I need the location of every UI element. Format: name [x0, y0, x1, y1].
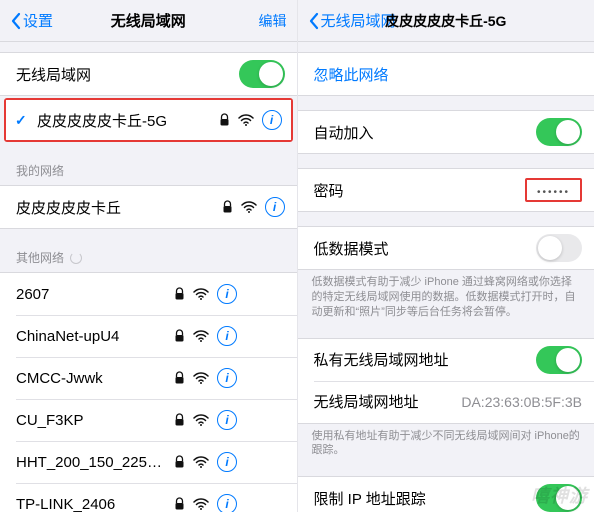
password-value-highlight: •••••• — [525, 178, 582, 202]
network-name: 2607 — [16, 286, 166, 303]
wifi-icon — [238, 114, 254, 126]
info-icon[interactable]: i — [217, 326, 237, 346]
spinner-icon — [70, 252, 82, 264]
info-icon[interactable]: i — [265, 197, 285, 217]
lowdata-label: 低数据模式 — [314, 238, 537, 259]
chevron-left-icon — [10, 12, 21, 30]
navbar: 无线局域网 皮皮皮皮皮卡丘-5G — [298, 0, 594, 42]
wifi-icon — [193, 498, 209, 510]
edit-button[interactable]: 编辑 — [259, 11, 287, 31]
network-row[interactable]: TP-LINK_2406 i — [0, 483, 297, 512]
wifi-address-label: 无线局域网地址 — [314, 391, 462, 412]
password-row[interactable]: 密码 •••••• — [298, 169, 594, 211]
checkmark-icon: ✓ — [15, 112, 33, 129]
private-address-label: 私有无线局域网地址 — [314, 349, 537, 370]
wifi-icon — [241, 201, 257, 213]
limit-ip-row: 限制 IP 地址跟踪 — [298, 477, 594, 512]
wifi-toggle-label: 无线局域网 — [16, 64, 239, 85]
back-label: 设置 — [23, 10, 53, 31]
lock-icon — [174, 455, 185, 469]
network-row[interactable]: 皮皮皮皮皮卡丘 i — [0, 186, 297, 228]
my-networks-header: 我的网络 — [0, 156, 297, 185]
wifi-address-value: DA:23:63:0B:5F:3B — [461, 394, 582, 410]
lock-icon — [219, 113, 230, 127]
limit-ip-label: 限制 IP 地址跟踪 — [314, 488, 537, 509]
info-icon[interactable]: i — [217, 368, 237, 388]
private-address-row: 私有无线局域网地址 — [298, 339, 594, 381]
wifi-icon — [193, 330, 209, 342]
info-icon[interactable]: i — [217, 410, 237, 430]
forget-network-label: 忽略此网络 — [314, 64, 583, 85]
lock-icon — [174, 497, 185, 511]
lock-icon — [174, 329, 185, 343]
autojoin-toggle[interactable] — [536, 118, 582, 146]
other-networks-label: 其他网络 — [16, 249, 64, 266]
wifi-icon — [193, 414, 209, 426]
wifi-address-row: 无线局域网地址 DA:23:63:0B:5F:3B — [298, 381, 594, 423]
wifi-icon — [193, 456, 209, 468]
private-address-toggle[interactable] — [536, 346, 582, 374]
connected-network-highlight: ✓ 皮皮皮皮皮卡丘-5G i — [4, 98, 293, 142]
password-value: •••••• — [537, 187, 570, 198]
wifi-detail-screen: 无线局域网 皮皮皮皮皮卡丘-5G 忽略此网络 自动加入 — [297, 0, 594, 512]
limit-ip-toggle[interactable] — [536, 484, 582, 512]
wifi-icon — [193, 288, 209, 300]
autojoin-row: 自动加入 — [298, 111, 594, 153]
wifi-list-screen: 设置 无线局域网 编辑 无线局域网 ✓ 皮皮皮皮皮卡丘-5G — [0, 0, 297, 512]
info-icon[interactable]: i — [217, 494, 237, 512]
network-row[interactable]: CMCC-Jwwk i — [0, 357, 297, 399]
network-name: CMCC-Jwwk — [16, 370, 166, 387]
password-label: 密码 — [314, 180, 525, 201]
lock-icon — [174, 287, 185, 301]
chevron-left-icon — [308, 12, 319, 30]
autojoin-label: 自动加入 — [314, 122, 537, 143]
navbar: 设置 无线局域网 编辑 — [0, 0, 297, 42]
network-row[interactable]: CU_F3KP i — [0, 399, 297, 441]
lowdata-toggle[interactable] — [536, 234, 582, 262]
network-name: 皮皮皮皮皮卡丘 — [16, 197, 214, 218]
network-name: CU_F3KP — [16, 412, 166, 429]
network-name: HHT_200_150_225_73_ — [16, 454, 166, 471]
info-icon[interactable]: i — [262, 110, 282, 130]
network-row[interactable]: HHT_200_150_225_73_ i — [0, 441, 297, 483]
wifi-address-note: 使用私有地址有助于减少不同无线局域网间对 iPhone的跟踪。 — [298, 424, 594, 463]
network-name: ChinaNet-upU4 — [16, 328, 166, 345]
wifi-icon — [193, 372, 209, 384]
network-name: TP-LINK_2406 — [16, 496, 166, 512]
other-networks-header: 其他网络 — [0, 243, 297, 272]
lock-icon — [174, 371, 185, 385]
connected-network-name: 皮皮皮皮皮卡丘-5G — [37, 110, 211, 131]
back-label: 无线局域网 — [321, 10, 396, 31]
content: 无线局域网 ✓ 皮皮皮皮皮卡丘-5G i — [0, 42, 297, 512]
wifi-toggle[interactable] — [239, 60, 285, 88]
content: 忽略此网络 自动加入 密码 •••••• — [298, 42, 594, 512]
network-row[interactable]: ChinaNet-upU4 i — [0, 315, 297, 357]
wifi-toggle-row: 无线局域网 — [0, 53, 297, 95]
lock-icon — [222, 200, 233, 214]
forget-network-row[interactable]: 忽略此网络 — [298, 53, 594, 95]
info-icon[interactable]: i — [217, 284, 237, 304]
network-row[interactable]: 2607 i — [0, 273, 297, 315]
back-button[interactable]: 无线局域网 — [308, 10, 396, 31]
lowdata-row: 低数据模式 — [298, 227, 594, 269]
connected-network-row[interactable]: ✓ 皮皮皮皮皮卡丘-5G i — [6, 100, 291, 140]
back-button[interactable]: 设置 — [10, 10, 53, 31]
lowdata-note: 低数据模式有助于减少 iPhone 通过蜂窝网络或你选择的特定无线局域网使用的数… — [298, 270, 594, 324]
lock-icon — [174, 413, 185, 427]
info-icon[interactable]: i — [217, 452, 237, 472]
